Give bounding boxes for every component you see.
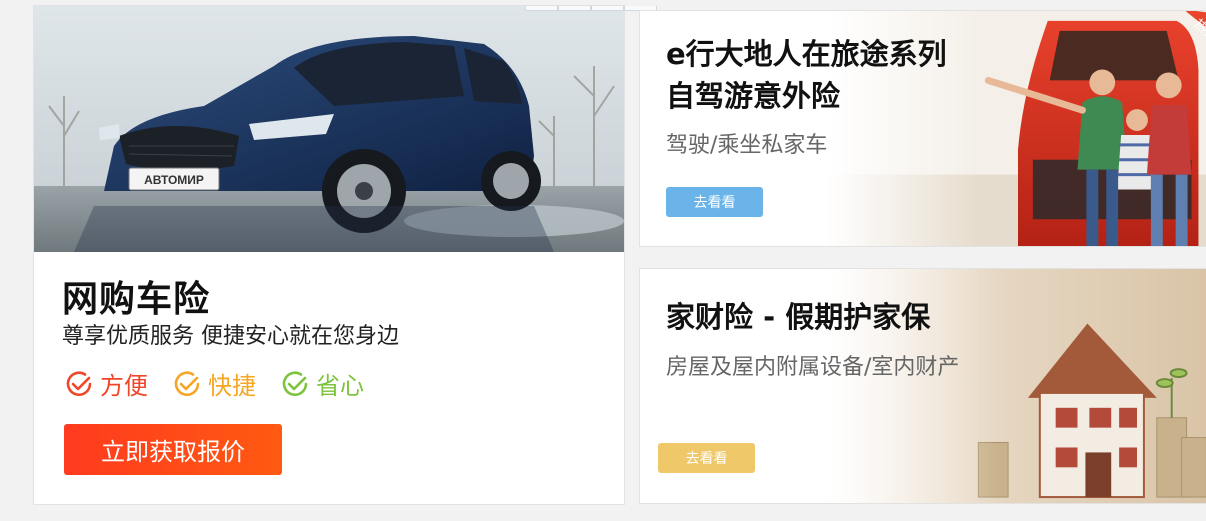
feature-fast: 快捷 xyxy=(172,366,256,401)
carousel-tabs xyxy=(525,6,657,11)
travel-title-line2: 自驾游意外险 xyxy=(666,79,841,113)
plate-text: АВТОМИР xyxy=(144,173,204,187)
carousel-tab[interactable] xyxy=(558,6,591,11)
travel-card-title: e行大地人在旅途系列 自驾游意外险 xyxy=(666,33,947,117)
travel-title-line1: e行大地人在旅途系列 xyxy=(666,37,947,71)
car-insurance-card[interactable]: АВТОМИР 网购车险 尊享优质服务 便捷安心就在您身边 方便 快捷 省心 立… xyxy=(33,5,657,505)
home-card-subtitle: 房屋及屋内附属设备/室内财产 xyxy=(666,355,960,380)
feature-label: 快捷 xyxy=(208,372,256,400)
car-photo: АВТОМИР xyxy=(34,6,624,252)
carousel-tab[interactable] xyxy=(525,6,558,11)
travel-insurance-card[interactable]: e行大地人在旅途系列 自驾游意外险 驾驶/乘坐私家车 去看看 热销 xyxy=(639,10,1206,247)
carousel-tab[interactable] xyxy=(591,6,624,11)
home-card-title: 家财险 - 假期护家保 xyxy=(666,300,931,334)
feature-worry-free: 省心 xyxy=(280,366,364,401)
check-circle-icon xyxy=(174,370,200,396)
travel-view-button[interactable]: 去看看 xyxy=(666,187,763,217)
feature-convenient: 方便 xyxy=(64,366,148,401)
feature-label: 方便 xyxy=(100,372,148,400)
hot-ribbon-badge: 热销 xyxy=(1185,11,1206,45)
car-insurance-info: 网购车险 尊享优质服务 便捷安心就在您身边 方便 快捷 省心 立即获取报价 xyxy=(34,252,624,504)
feature-list: 方便 快捷 省心 xyxy=(64,366,364,401)
card-title: 网购车险 xyxy=(62,279,211,320)
home-insurance-card[interactable]: 家财险 - 假期护家保 房屋及屋内附属设备/室内财产 去看看 xyxy=(639,268,1206,504)
check-circle-icon xyxy=(282,370,308,396)
home-view-button[interactable]: 去看看 xyxy=(658,443,755,473)
hot-ribbon-text: 热销 xyxy=(1190,17,1206,45)
travel-card-subtitle: 驾驶/乘坐私家车 xyxy=(666,133,828,158)
card-subtitle: 尊享优质服务 便捷安心就在您身边 xyxy=(62,324,399,349)
check-circle-icon xyxy=(66,370,92,396)
get-quote-button[interactable]: 立即获取报价 xyxy=(64,424,282,475)
feature-label: 省心 xyxy=(316,372,364,400)
